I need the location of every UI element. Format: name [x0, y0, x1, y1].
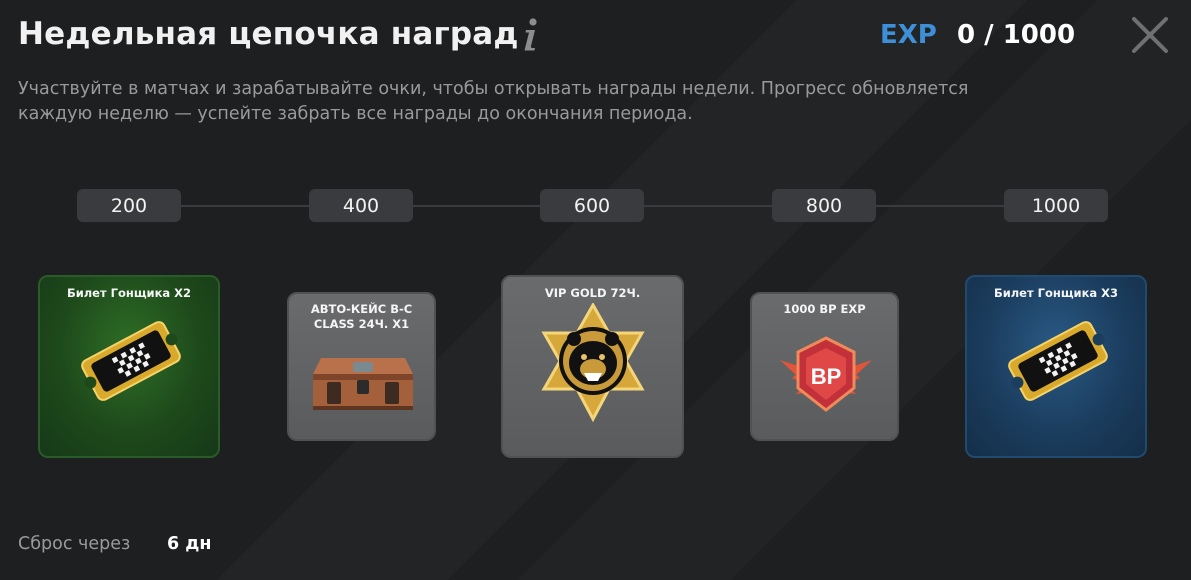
reward-label-line-2: CLASS 24Ч. X1: [313, 317, 410, 331]
info-icon[interactable]: [520, 14, 542, 54]
milestone-1000: 1000: [1004, 189, 1108, 222]
reward-label: Билет Гонщика X3: [993, 286, 1119, 300]
bp-exp-icon: BP: [780, 336, 872, 412]
milestone-600: 600: [540, 189, 644, 222]
reset-timer-label: Сброс через: [18, 534, 131, 554]
reward-label: VIP GOLD 72Ч.: [544, 286, 641, 300]
reward-card-bp-exp[interactable]: 1000 BP EXP BP: [750, 292, 899, 441]
description-line-1: Участвуйте в матчах и зарабатывайте очки…: [18, 79, 969, 99]
exp-label: EXP: [880, 20, 937, 50]
milestone-800: 800: [772, 189, 876, 222]
description: Участвуйте в матчах и зарабатывайте очки…: [18, 77, 1118, 127]
milestone-200: 200: [77, 189, 181, 222]
reset-timer-value: 6 дн: [167, 534, 212, 554]
reward-label: 1000 BP EXP: [783, 302, 866, 316]
bp-icon-text: BP: [811, 364, 842, 389]
vip-gold-bear-icon: [541, 303, 645, 423]
reward-label: АВТО-КЕЙС B-C CLASS 24Ч. X1: [289, 302, 434, 332]
racer-ticket-icon: [81, 321, 181, 401]
reward-card-racer-ticket-x3[interactable]: Билет Гонщика X3: [965, 275, 1147, 458]
milestone-400: 400: [309, 189, 413, 222]
reward-card-auto-case[interactable]: АВТО-КЕЙС B-C CLASS 24Ч. X1: [287, 292, 436, 441]
racer-ticket-icon: [1008, 321, 1108, 401]
car-case-icon: [313, 358, 413, 410]
close-icon[interactable]: [1131, 16, 1169, 54]
exp-progress-value: 0 / 1000: [957, 20, 1076, 50]
description-line-2: каждую неделю — успейте забрать все нагр…: [18, 104, 693, 124]
reward-label-line-1: АВТО-КЕЙС B-C: [310, 302, 413, 316]
reward-label: Билет Гонщика X2: [66, 286, 192, 300]
page-title: Недельная цепочка наград: [18, 16, 519, 52]
reward-card-vip-gold[interactable]: VIP GOLD 72Ч.: [501, 275, 684, 458]
reward-card-racer-ticket-x2[interactable]: Билет Гонщика X2: [38, 275, 220, 458]
